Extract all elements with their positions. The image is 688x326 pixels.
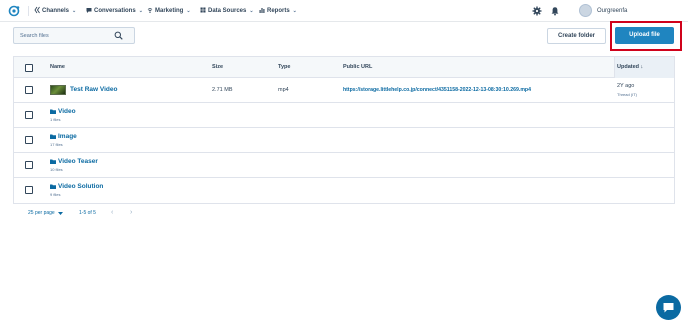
video-thumbnail[interactable]	[50, 85, 66, 95]
pagination-range: 1-5 of 5	[79, 210, 96, 216]
table-row-folder[interactable]: Video Solution 9 files	[14, 178, 674, 203]
column-header-public-url[interactable]: Public URL	[343, 64, 372, 71]
file-size: 2.71 MB	[212, 87, 233, 93]
bar-chart-icon	[259, 8, 265, 14]
search-box[interactable]	[13, 27, 135, 44]
chevron-down-icon: ⌄	[292, 8, 297, 14]
row-checkbox[interactable]	[25, 111, 33, 119]
nav-item-channels[interactable]: Channels ⌄	[34, 6, 76, 16]
nav-item-data-sources[interactable]: Data Sources ⌄	[200, 6, 254, 16]
next-page-button[interactable]: ›	[130, 209, 132, 217]
folder-icon	[50, 134, 56, 139]
folder-file-count: 1 files	[50, 117, 61, 122]
gear-icon[interactable]	[532, 6, 542, 16]
nav-item-label: Conversations	[94, 8, 136, 14]
chevron-down-icon: ⌄	[186, 8, 191, 14]
folder-name-link[interactable]: Image	[58, 132, 77, 141]
caret-down-icon[interactable]	[58, 212, 63, 215]
table-row-folder[interactable]: Image 17 files	[14, 128, 674, 153]
column-header-type[interactable]: Type	[278, 64, 290, 71]
search-input[interactable]	[20, 31, 110, 41]
broadcast-icon	[147, 8, 153, 14]
grid-icon	[200, 7, 206, 13]
folder-file-count: 9 files	[50, 192, 61, 197]
folder-icon	[50, 159, 56, 164]
folder-file-count: 10 files	[50, 167, 63, 172]
nav-item-conversations[interactable]: Conversations ⌄	[86, 6, 143, 16]
row-checkbox[interactable]	[25, 136, 33, 144]
previous-page-button[interactable]: ‹	[111, 209, 113, 217]
table-row-file[interactable]: Test Raw Video 2.71 MB mp4 https://stora…	[14, 78, 674, 103]
column-header-name[interactable]: Name	[50, 64, 65, 71]
row-checkbox[interactable]	[25, 186, 33, 194]
file-name-link[interactable]: Test Raw Video	[70, 85, 117, 94]
folder-name-link[interactable]: Video Teaser	[58, 157, 98, 166]
nav-item-label: Channels	[42, 8, 70, 14]
upload-file-button[interactable]: Upload file	[615, 27, 674, 44]
search-icon[interactable]	[114, 31, 123, 40]
nav-item-label: Reports	[267, 8, 290, 14]
table-header: Name Size Type Public URL Updated ↓	[14, 57, 674, 78]
public-url-link[interactable]: https://storage.littlehelp.co.jp/connect…	[343, 87, 531, 94]
nav-item-label: Data Sources	[208, 8, 247, 14]
folder-name-link[interactable]: Video	[58, 107, 76, 116]
chevron-down-icon: ⌄	[138, 8, 143, 14]
per-page-dropdown[interactable]: 25 per page	[28, 210, 55, 217]
chevron-down-icon: ⌄	[249, 8, 254, 14]
top-navigation-bar: Channels ⌄ Conversations ⌄ Marketing ⌄ Data…	[0, 0, 688, 22]
nav-item-marketing[interactable]: Marketing ⌄	[147, 6, 191, 16]
chat-launcher-button[interactable]	[656, 295, 681, 320]
folder-icon	[50, 184, 56, 189]
folder-file-count: 17 files	[50, 142, 63, 147]
folder-icon	[50, 109, 56, 114]
updated-relative: 2Y ago	[617, 83, 635, 89]
nav-item-label: Marketing	[155, 8, 184, 14]
avatar[interactable]	[579, 4, 592, 17]
column-header-size[interactable]: Size	[212, 64, 223, 71]
row-checkbox[interactable]	[25, 161, 33, 169]
chat-icon	[86, 8, 92, 14]
updated-day: Thread (IT)	[617, 92, 638, 97]
create-folder-button[interactable]: Create folder	[547, 28, 606, 44]
file-type: mp4	[278, 87, 289, 93]
bell-icon[interactable]	[550, 6, 560, 16]
sprocket-logo-icon[interactable]	[8, 5, 20, 17]
table-row-folder[interactable]: Video 1 files	[14, 103, 674, 128]
user-name-fade	[636, 2, 688, 20]
nav-divider	[28, 6, 29, 16]
nav-item-reports[interactable]: Reports ⌄	[259, 6, 297, 16]
user-name[interactable]: Ourgreenfa	[597, 6, 627, 16]
chat-bubble-icon	[663, 303, 674, 313]
row-checkbox[interactable]	[25, 86, 33, 94]
chevron-down-icon: ⌄	[72, 8, 77, 14]
table-row-folder[interactable]: Video Teaser 10 files	[14, 153, 674, 178]
files-table: Name Size Type Public URL Updated ↓ Test…	[13, 56, 675, 204]
folder-name-link[interactable]: Video Solution	[58, 182, 103, 191]
select-all-checkbox[interactable]	[25, 64, 33, 72]
column-header-updated[interactable]: Updated ↓	[617, 64, 643, 71]
double-chevron-icon	[34, 7, 40, 14]
